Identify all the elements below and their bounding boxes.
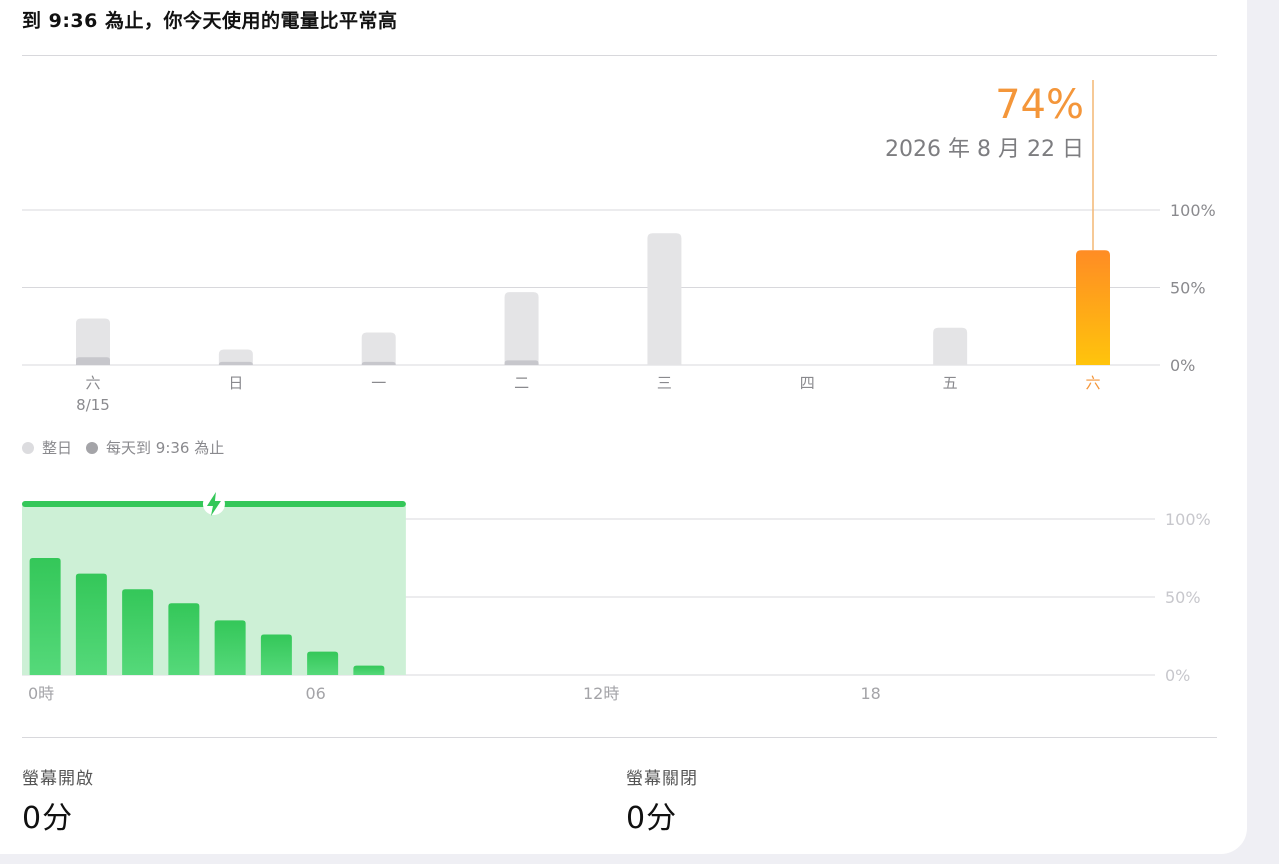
x-tick-label: 12時: [583, 684, 619, 703]
hour-bar: [29, 558, 61, 675]
y-tick-label: 0%: [1165, 666, 1190, 685]
hour-bar: [214, 620, 246, 675]
screen-off-value: 0分: [626, 801, 678, 836]
divider-bottom: [22, 737, 1217, 738]
x-tick-label: 18: [861, 684, 881, 703]
hour-bar: [75, 573, 107, 675]
hour-bar: [260, 634, 292, 675]
x-tick-label: 06: [306, 684, 326, 703]
y-tick-label: 100%: [1165, 510, 1211, 529]
hour-bar: [122, 589, 154, 675]
hour-bar: [168, 603, 200, 675]
screen-on-value: 0分: [22, 801, 74, 836]
x-tick-label: 0時: [28, 684, 54, 703]
screen-on-label: 螢幕開啟: [22, 769, 94, 789]
hour-bar: [307, 651, 339, 675]
hour-bar: [353, 665, 385, 675]
y-tick-label: 50%: [1165, 588, 1201, 607]
screen-off-label: 螢幕關閉: [626, 769, 698, 789]
hourly-battery-chart[interactable]: 100% 50% 0% 0時 06 12時 18: [0, 0, 1279, 720]
